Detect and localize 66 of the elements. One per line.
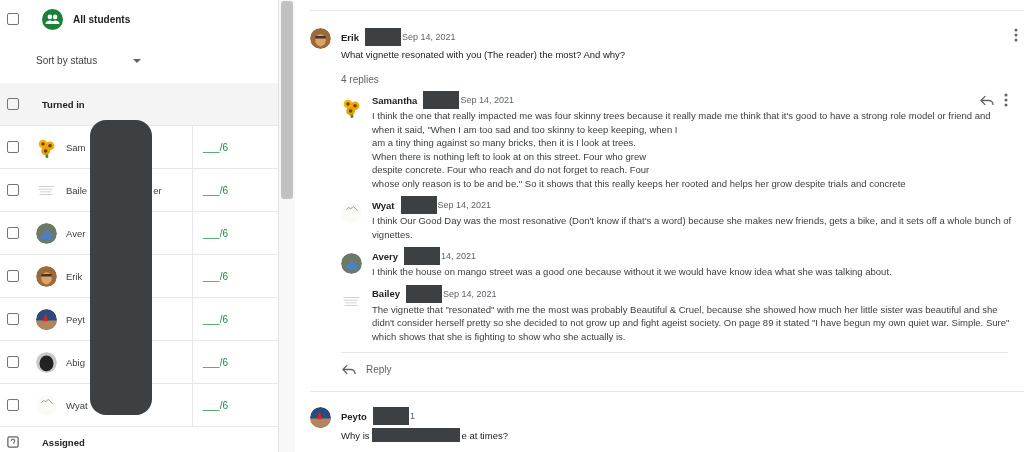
reply-button[interactable]: Reply bbox=[342, 364, 392, 375]
checkbox[interactable] bbox=[7, 399, 19, 411]
redaction-block bbox=[423, 91, 460, 109]
student-name: Peyt bbox=[66, 313, 85, 325]
group-label: Turned in bbox=[42, 98, 85, 110]
checkbox[interactable] bbox=[7, 184, 19, 196]
checkbox[interactable] bbox=[7, 98, 19, 110]
reply-date: 14, 2021 bbox=[441, 251, 477, 261]
author-name: Samantha bbox=[372, 94, 418, 106]
comment-text: e at times? bbox=[461, 429, 508, 441]
checkbox[interactable] bbox=[7, 141, 19, 153]
all-students-label: All students bbox=[73, 13, 131, 25]
reply-text: I think Our Good Day was the most resonative (Don't know if that's a word) because she makes new friends, gets a bike, and it sets off a whole bunch of vignettes. bbox=[372, 214, 1013, 241]
caret-icon bbox=[133, 58, 142, 63]
checkbox[interactable] bbox=[7, 270, 19, 282]
author-name: Erik bbox=[341, 31, 359, 43]
checkbox[interactable] bbox=[7, 356, 19, 368]
student-name: Erik bbox=[66, 270, 83, 282]
reply-icon bbox=[342, 364, 356, 375]
redaction-block bbox=[372, 407, 409, 425]
author-name: Peyto bbox=[341, 410, 367, 422]
checkbox[interactable] bbox=[7, 313, 19, 325]
reply-text: The vignette that "resonated" with me the most was probably Beautiful & Cruel, because she showed how much her little sister was beautiful and she didn't consider herself pretty so she decided to not grow up and fight ageist society. On page 89 it stated "I have begun my own quiet war. Simple. Sure" which shows that she is fighting to show who she actually is. bbox=[372, 302, 1011, 343]
scrollbar[interactable] bbox=[281, 1, 293, 199]
redaction-block bbox=[404, 247, 441, 265]
reply-text: whose only reason is to be and be." So it shows that this really keeps her rooted and helps her grow despite trials and concrete bbox=[372, 176, 907, 190]
student-name: Abig bbox=[66, 356, 85, 368]
redaction-block bbox=[400, 196, 437, 214]
reply-date: Sep 14, 2021 bbox=[437, 200, 492, 210]
student-name: er bbox=[153, 184, 162, 196]
grade-field[interactable]: ___/6 bbox=[203, 313, 229, 325]
author-name: Avery bbox=[372, 250, 399, 262]
grade-field[interactable]: ___/6 bbox=[203, 399, 229, 411]
reply-icon[interactable] bbox=[980, 94, 994, 106]
student-name: Baile bbox=[66, 184, 88, 196]
checkbox[interactable] bbox=[7, 13, 19, 25]
post-date: Sep 14, 2021 bbox=[401, 32, 456, 42]
grade-field[interactable]: ___/6 bbox=[203, 356, 229, 368]
reply-text: am a tiny thing against so many bricks, then it is I look at trees. bbox=[372, 136, 637, 150]
reply-date: Sep 14, 2021 bbox=[460, 95, 514, 105]
reply-text: despite concrete. Four who reach and do not forget to reach. Four bbox=[372, 163, 651, 177]
reply-text: When there is nothing left to look at on this street. Four who grew bbox=[372, 149, 648, 163]
redaction-block bbox=[406, 284, 442, 303]
grade-field[interactable]: ___/6 bbox=[203, 184, 229, 196]
author-name: Wyat bbox=[372, 199, 395, 211]
post-date: 1 bbox=[409, 411, 415, 421]
student-name: Sam bbox=[66, 141, 86, 153]
reply-date: Sep 14, 2021 bbox=[443, 288, 497, 299]
comment-text: Why is bbox=[341, 429, 370, 441]
assigned-icon bbox=[7, 436, 19, 448]
more-icon[interactable] bbox=[1004, 93, 1008, 107]
group-label: Assigned bbox=[42, 436, 85, 448]
grade-field[interactable]: ___/6 bbox=[203, 141, 229, 153]
student-name: Wyat bbox=[66, 399, 88, 411]
replies-count[interactable]: 4 replies bbox=[341, 74, 1024, 85]
author-name: Bailey bbox=[372, 288, 400, 299]
redaction-block bbox=[364, 28, 401, 46]
student-name: Aver bbox=[66, 227, 86, 239]
grade-field[interactable]: ___/6 bbox=[203, 227, 229, 239]
checkbox[interactable] bbox=[7, 227, 19, 239]
comment-text: What vignette resonated with you (The reader) the most? And why? bbox=[341, 49, 626, 60]
sort-dropdown[interactable]: Sort by status bbox=[36, 55, 142, 66]
reply-text: I think the house on mango street was a good one because without it we would have know idea what she was talking about. bbox=[372, 265, 893, 279]
group-icon bbox=[42, 8, 63, 30]
more-icon[interactable] bbox=[1014, 28, 1018, 42]
grade-field[interactable]: ___/6 bbox=[203, 270, 229, 282]
